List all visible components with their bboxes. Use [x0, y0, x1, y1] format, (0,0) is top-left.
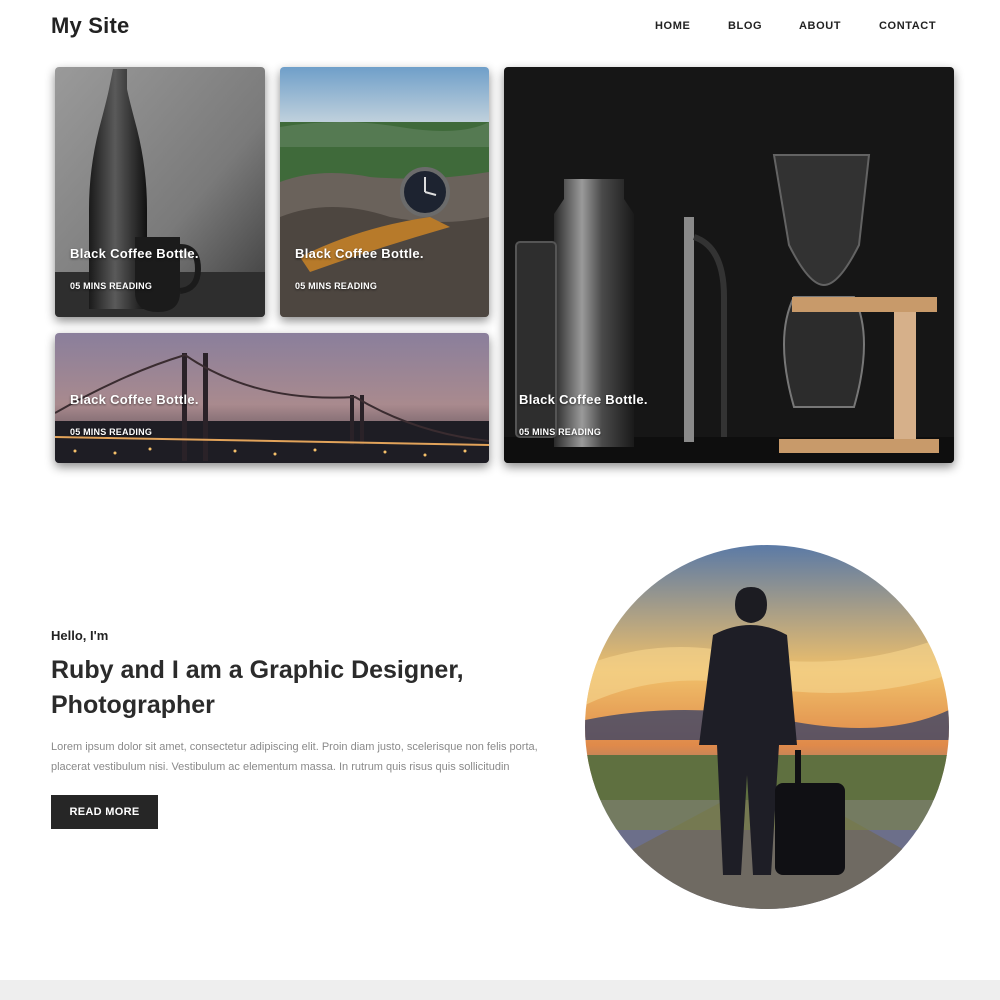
site-logo[interactable]: My Site: [51, 13, 129, 39]
featured-card[interactable]: Black Coffee Bottle. 05 MINS READING: [280, 67, 489, 317]
nav-about[interactable]: ABOUT: [799, 20, 841, 32]
card-meta: 05 MINS READING: [295, 281, 378, 291]
featured-card[interactable]: Black Coffee Bottle. 05 MINS READING: [504, 67, 954, 463]
intro-heading: Ruby and I am a Graphic Designer, Photog…: [51, 656, 464, 719]
intro-body: Lorem ipsum dolor sit amet, consectetur …: [51, 741, 538, 773]
featured-card[interactable]: Black Coffee Bottle. 05 MINS READING: [55, 333, 489, 463]
card-meta: 05 MINS READING: [70, 427, 153, 437]
card-meta: 05 MINS READING: [519, 427, 602, 437]
site-header: My Site HOME BLOG ABOUT CONTACT: [0, 0, 1000, 56]
card-image-watch: [280, 67, 489, 317]
read-more-button[interactable]: READ MORE: [51, 795, 158, 829]
featured-card[interactable]: Black Coffee Bottle. 05 MINS READING: [55, 67, 265, 317]
card-title[interactable]: Black Coffee Bottle.: [70, 392, 199, 407]
card-title[interactable]: Black Coffee Bottle.: [70, 246, 199, 261]
card-image-bottle: [55, 67, 265, 317]
card-title[interactable]: Black Coffee Bottle.: [295, 246, 424, 261]
nav-home[interactable]: HOME: [655, 20, 690, 32]
portrait-image: [585, 545, 949, 909]
footer-band: [0, 980, 1000, 1000]
intro-eyebrow: Hello, I'm: [51, 628, 109, 643]
nav-blog[interactable]: BLOG: [728, 20, 762, 32]
card-title[interactable]: Black Coffee Bottle.: [519, 392, 648, 407]
card-meta: 05 MINS READING: [70, 281, 153, 291]
nav-contact[interactable]: CONTACT: [879, 20, 936, 32]
